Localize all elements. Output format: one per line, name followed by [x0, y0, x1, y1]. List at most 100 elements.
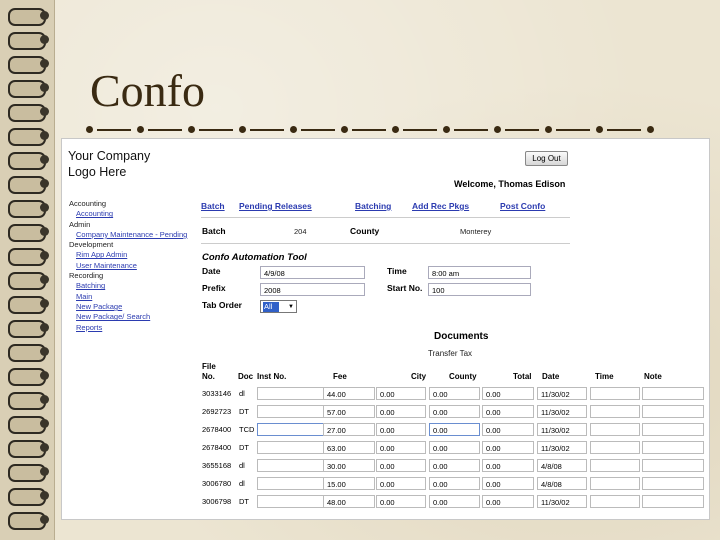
city-input[interactable]: 0.00	[376, 459, 426, 472]
time-input[interactable]	[590, 441, 640, 454]
sidebar-link[interactable]: Accounting	[69, 209, 187, 219]
fee-input[interactable]: 44.00	[323, 387, 375, 400]
nav-batching[interactable]: Batching	[355, 201, 391, 211]
sidebar-section-heading: Recording	[69, 271, 104, 281]
note-input[interactable]	[642, 477, 704, 490]
spiral-hole	[40, 35, 49, 44]
sidebar-link[interactable]: Main	[69, 292, 187, 302]
note-input[interactable]	[642, 387, 704, 400]
time-input[interactable]	[590, 495, 640, 508]
nav-post-confo[interactable]: Post Confo	[500, 201, 545, 211]
inst-no-input[interactable]	[257, 405, 331, 418]
city-input[interactable]: 0.00	[376, 495, 426, 508]
time-input[interactable]	[590, 423, 640, 436]
fee-input[interactable]: 27.00	[323, 423, 375, 436]
time-input[interactable]	[590, 459, 640, 472]
spiral-hole	[40, 491, 49, 500]
app-screenshot: Your Company Logo Here Log Out Welcome, …	[61, 138, 710, 520]
slide-title: Confo	[90, 65, 205, 116]
county-input[interactable]: 0.00	[429, 459, 480, 472]
total-input[interactable]: 0.00	[482, 459, 534, 472]
inst-no-input[interactable]	[257, 495, 331, 508]
rule-dot	[341, 126, 348, 133]
inst-no-input[interactable]	[257, 387, 331, 400]
sidebar-link[interactable]: Batching	[69, 281, 187, 291]
note-input[interactable]	[642, 459, 704, 472]
fee-input[interactable]: 57.00	[323, 405, 375, 418]
divider	[201, 217, 570, 218]
date-input[interactable]: 11/30/02	[537, 423, 587, 436]
note-input[interactable]	[642, 405, 704, 418]
fee-input[interactable]: 15.00	[323, 477, 375, 490]
cell-file: 2678400	[202, 425, 232, 434]
fee-input[interactable]: 48.00	[323, 495, 375, 508]
inst-no-input[interactable]	[257, 423, 331, 436]
sidebar-section-heading: Accounting	[69, 199, 107, 208]
city-input[interactable]: 0.00	[376, 423, 426, 436]
county-input[interactable]: 0.00	[429, 423, 480, 436]
date-input[interactable]: 11/30/02	[537, 495, 587, 508]
nav-pending-releases[interactable]: Pending Releases	[239, 201, 312, 211]
cell-doc: dl	[239, 479, 245, 488]
total-input[interactable]: 0.00	[482, 441, 534, 454]
inst-no-input[interactable]	[257, 441, 331, 454]
county-input[interactable]: 0.00	[429, 495, 480, 508]
sidebar-link[interactable]: Rim App Admin	[69, 250, 187, 260]
date-input[interactable]: 11/30/02	[537, 441, 587, 454]
total-input[interactable]: 0.00	[482, 477, 534, 490]
logout-button[interactable]: Log Out	[525, 151, 568, 166]
rule-dash	[301, 129, 335, 131]
note-input[interactable]	[642, 423, 704, 436]
date-input[interactable]: 4/8/08	[537, 459, 587, 472]
rule-dash	[352, 129, 386, 131]
sidebar-link[interactable]: New Package/ Search	[69, 312, 187, 322]
batch-label: Batch	[202, 226, 226, 236]
sidebar-link[interactable]: Reports	[69, 323, 187, 333]
city-input[interactable]: 0.00	[376, 387, 426, 400]
date-input[interactable]: 4/9/08	[260, 266, 365, 279]
date-input[interactable]: 11/30/02	[537, 405, 587, 418]
tab-order-select[interactable]: All ▼	[260, 300, 297, 313]
sidebar-link[interactable]: User Maintenance	[69, 261, 187, 271]
spiral-hole	[40, 371, 49, 380]
date-input[interactable]: 11/30/02	[537, 387, 587, 400]
note-input[interactable]	[642, 495, 704, 508]
city-input[interactable]: 0.00	[376, 441, 426, 454]
date-input[interactable]: 4/8/08	[537, 477, 587, 490]
start-no-input[interactable]: 100	[428, 283, 531, 296]
rule-dash	[148, 129, 182, 131]
spiral-hole	[40, 227, 49, 236]
total-input[interactable]: 0.00	[482, 423, 534, 436]
note-input[interactable]	[642, 441, 704, 454]
col-no: No.	[202, 372, 215, 381]
county-input[interactable]: 0.00	[429, 477, 480, 490]
total-input[interactable]: 0.00	[482, 405, 534, 418]
nav-batch[interactable]: Batch	[201, 201, 225, 211]
sidebar-link[interactable]: Company Maintenance - Pending	[69, 230, 187, 240]
fee-input[interactable]: 63.00	[323, 441, 375, 454]
sidebar-link[interactable]: New Package	[69, 302, 187, 312]
rule-dot	[647, 126, 654, 133]
city-input[interactable]: 0.00	[376, 405, 426, 418]
total-input[interactable]: 0.00	[482, 495, 534, 508]
county-input[interactable]: 0.00	[429, 387, 480, 400]
spiral-hole	[40, 347, 49, 356]
fee-input[interactable]: 30.00	[323, 459, 375, 472]
time-input[interactable]: 8:00 am	[428, 266, 531, 279]
inst-no-input[interactable]	[257, 459, 331, 472]
cell-file: 3033146	[202, 389, 232, 398]
time-input[interactable]	[590, 387, 640, 400]
rule-dash	[97, 129, 131, 131]
county-input[interactable]: 0.00	[429, 441, 480, 454]
time-input[interactable]	[590, 405, 640, 418]
prefix-input[interactable]: 2008	[260, 283, 365, 296]
nav-add-rec-pkgs[interactable]: Add Rec Pkgs	[412, 201, 469, 211]
inst-no-input[interactable]	[257, 477, 331, 490]
city-input[interactable]: 0.00	[376, 477, 426, 490]
time-input[interactable]	[590, 477, 640, 490]
county-input[interactable]: 0.00	[429, 405, 480, 418]
col-file: File	[202, 362, 216, 371]
cell-doc: DT	[239, 497, 249, 506]
total-input[interactable]: 0.00	[482, 387, 534, 400]
rule-dot	[188, 126, 195, 133]
